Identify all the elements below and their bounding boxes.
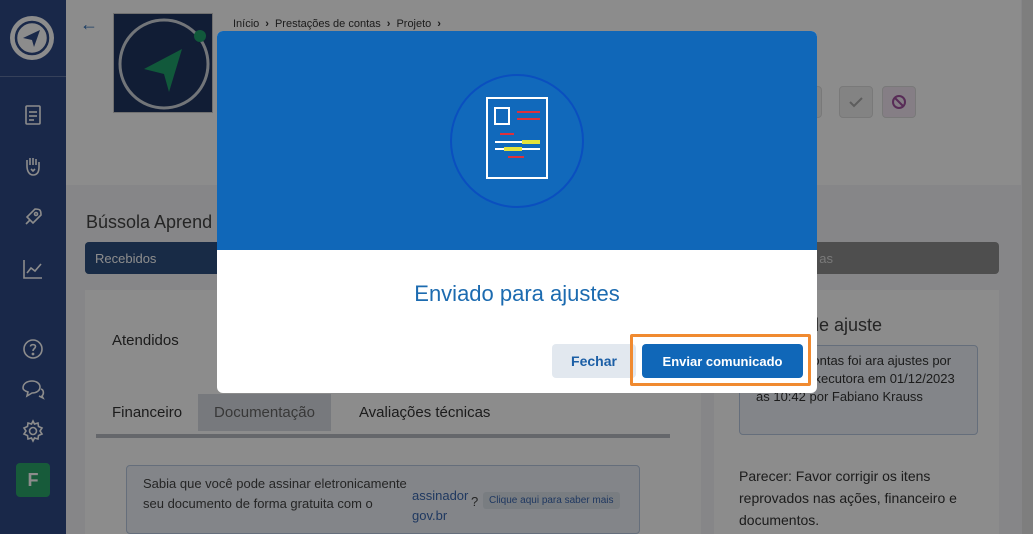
modal-header — [217, 31, 817, 250]
document-illustration-icon — [450, 74, 584, 208]
send-communication-button[interactable]: Enviar comunicado — [642, 344, 803, 378]
close-button[interactable]: Fechar — [552, 344, 636, 378]
modal-dialog: Enviado para ajustes Fechar Enviar comun… — [217, 31, 817, 393]
modal-title: Enviado para ajustes — [414, 281, 620, 306]
